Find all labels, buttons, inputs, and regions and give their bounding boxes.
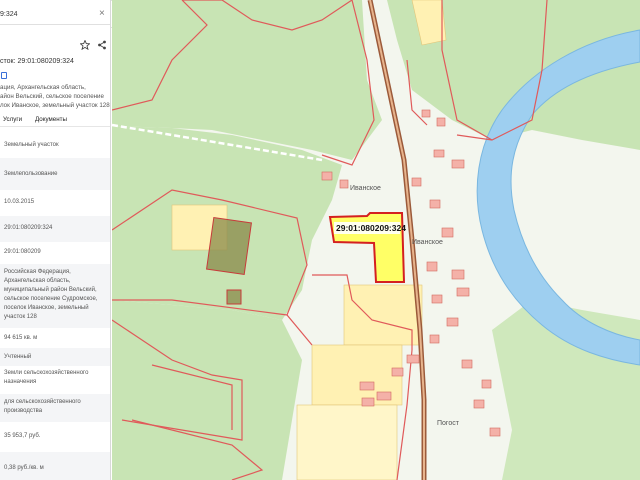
info-row: Учтенный bbox=[0, 348, 110, 366]
info-row-value: поселок Иванское, земельный bbox=[4, 305, 89, 311]
info-row-value: 29:01:080209 bbox=[4, 249, 41, 255]
info-row: 35 953,7 руб. bbox=[0, 422, 110, 452]
field-parcel bbox=[296, 404, 398, 480]
info-row: 0,38 руб./кв. м bbox=[0, 452, 110, 480]
tabs-divider bbox=[0, 126, 110, 127]
info-row: 94 615 кв. м bbox=[0, 328, 110, 348]
info-row-value: 10.03.2015 bbox=[4, 199, 35, 205]
parcel-title: сток: 29:01:080209:324 bbox=[0, 58, 74, 65]
selected-parcel-label: 29:01:080209:324 bbox=[336, 223, 406, 233]
address-line: ация, Архангельская область, bbox=[0, 84, 86, 91]
info-row-value: назначения bbox=[4, 379, 37, 385]
info-row: 29:01:080209 bbox=[0, 242, 110, 264]
search-underline bbox=[0, 24, 110, 25]
search-box[interactable]: 9:324 × bbox=[0, 4, 110, 26]
copy-icon[interactable] bbox=[1, 72, 7, 79]
close-icon[interactable]: × bbox=[99, 8, 105, 19]
info-row-value: муниципальный район Вельский, bbox=[4, 287, 97, 293]
info-row-value: Архангельская область, bbox=[4, 278, 71, 284]
info-row-value: для сельскохозяйственного bbox=[4, 399, 81, 405]
info-row: Землепользование bbox=[0, 158, 110, 190]
tab-services[interactable]: Услуги bbox=[3, 116, 22, 123]
address-line: лок Иванское, земельный участок 128 bbox=[0, 102, 110, 110]
cadastral-map[interactable]: 29:01:080209:324 Иванское Иванское Погос… bbox=[112, 0, 640, 480]
info-row-value: производства bbox=[4, 408, 43, 414]
info-row: для сельскохозяйственного производства bbox=[0, 394, 110, 422]
info-row: Российская Федерация, Архангельская обла… bbox=[0, 264, 110, 328]
tab-documents[interactable]: Документы bbox=[35, 116, 67, 123]
forest-area bbox=[112, 300, 302, 480]
star-icon[interactable] bbox=[80, 40, 90, 50]
info-panel: 9:324 × сток: 29:01:080209:324 ация, Арх… bbox=[0, 0, 111, 480]
info-row-value: 94 615 кв. м bbox=[4, 335, 38, 341]
search-query[interactable]: 9:324 bbox=[0, 11, 18, 18]
info-row: 10.03.2015 bbox=[0, 190, 110, 216]
owned-parcel bbox=[206, 217, 252, 275]
panel-tabs: Услуги Документы bbox=[0, 114, 110, 128]
address-line: айон Вельский, сельское поселение bbox=[0, 93, 104, 101]
place-label: Иванское bbox=[412, 239, 443, 246]
info-row-value: Российская Федерация, bbox=[4, 269, 71, 275]
parcel-address: ация, Архангельская область, айон Вельск… bbox=[0, 83, 110, 111]
info-row-value: Земельный участок bbox=[4, 142, 59, 148]
info-row: Земли сельскохозяйственного назначения bbox=[0, 366, 110, 394]
info-row-value: Учтенный bbox=[4, 354, 32, 360]
info-row-value: 0,38 руб./кв. м bbox=[4, 465, 44, 471]
info-row-value: участок 128 bbox=[4, 314, 37, 320]
owned-parcel bbox=[226, 289, 242, 305]
info-row-value: Землепользование bbox=[4, 171, 58, 177]
info-row: Земельный участок bbox=[0, 140, 110, 152]
share-icon[interactable] bbox=[97, 40, 107, 50]
field-parcel bbox=[343, 284, 423, 346]
info-row-value: сельское поселение Судромское, bbox=[4, 296, 98, 302]
info-row-value: 35 953,7 руб. bbox=[4, 433, 41, 439]
place-label: Погост bbox=[437, 420, 460, 427]
info-row: 29:01:080209:324 bbox=[0, 216, 110, 242]
place-label: Иванское bbox=[350, 185, 381, 192]
info-row-value: 29:01:080209:324 bbox=[4, 225, 53, 231]
info-row-value: Земли сельскохозяйственного bbox=[4, 370, 89, 376]
